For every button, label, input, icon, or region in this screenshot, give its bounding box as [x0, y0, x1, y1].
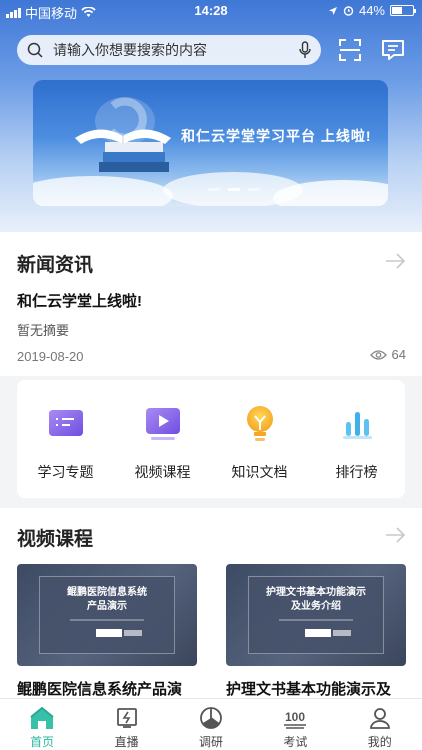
hero-header: 中国移动 14:28 44% 请输入你想要搜索的内容 和仁云学堂学习平台 上线啦…	[0, 0, 422, 232]
company-logo-icon	[96, 629, 122, 637]
eye-icon	[369, 349, 387, 360]
quick-menu: 学习专题 视频课程 知识文档 排行榜	[17, 380, 405, 498]
tab-label: 调研	[198, 735, 223, 749]
topic-icon	[44, 402, 88, 446]
profile-icon	[367, 705, 393, 730]
message-icon[interactable]	[380, 37, 406, 63]
survey-pie-icon	[198, 705, 224, 730]
news-views: 64	[369, 347, 406, 362]
news-section: 新闻资讯 和仁云学堂上线啦! 暂无摘要 2019-08-20 64	[0, 232, 422, 376]
tab-survey[interactable]: 调研	[169, 699, 253, 750]
arrow-right-icon[interactable]	[384, 524, 406, 546]
battery-percent: 44%	[358, 3, 385, 18]
tab-label: 考试	[283, 735, 308, 749]
quick-label: 视频课程	[134, 464, 191, 480]
video-section-title: 视频课程	[17, 529, 94, 550]
battery-icon	[390, 5, 416, 16]
video-card[interactable]: 鲲鹏医院信息系统 产品演示 鲲鹏医院信息系统产品演	[17, 564, 197, 699]
home-icon	[29, 705, 55, 730]
video-thumbnail[interactable]: 护理文书基本功能演示 及业务介绍	[226, 564, 406, 666]
tab-live[interactable]: 直播	[85, 699, 169, 750]
company-logo-text	[124, 630, 142, 636]
quick-item-videos[interactable]: 视频课程	[117, 402, 209, 482]
lightbulb-icon	[238, 402, 282, 446]
quick-item-ranking[interactable]: 排行榜	[311, 402, 403, 482]
video-section: 视频课程 鲲鹏医院信息系统 产品演示 鲲鹏医院信息系统产品演 护理文书基本功能演…	[0, 508, 422, 698]
video-play-icon	[141, 402, 185, 446]
search-icon	[27, 42, 43, 58]
thumbnail-rule	[70, 619, 144, 621]
video-thumbnail[interactable]: 鲲鹏医院信息系统 产品演示	[17, 564, 197, 666]
banner-carousel[interactable]: 和仁云学堂学习平台 上线啦!	[33, 80, 388, 206]
search-bar[interactable]: 请输入你想要搜索的内容	[17, 35, 321, 65]
location-arrow-icon	[328, 6, 337, 15]
tab-exam[interactable]: 100 考试	[253, 699, 337, 750]
microphone-icon[interactable]	[299, 41, 311, 59]
thumbnail-panel: 鲲鹏医院信息系统 产品演示	[39, 576, 175, 654]
alarm-icon	[343, 6, 354, 16]
company-logo-text	[333, 630, 351, 636]
quick-label: 学习专题	[37, 464, 94, 480]
video-card[interactable]: 护理文书基本功能演示 及业务介绍 护理文书基本功能演示及	[226, 564, 406, 699]
tab-label: 首页	[30, 735, 55, 749]
tab-home[interactable]: 首页	[0, 699, 84, 750]
ranking-bars-icon	[335, 402, 379, 446]
search-input[interactable]: 请输入你想要搜索的内容	[53, 40, 299, 60]
arrow-right-icon[interactable]	[384, 250, 406, 272]
status-bar: 中国移动 14:28 44%	[0, 0, 422, 22]
svg-text:100: 100	[285, 710, 305, 724]
carousel-dot[interactable]	[248, 188, 260, 191]
scan-icon[interactable]	[337, 37, 363, 63]
thumbnail-title: 鲲鹏医院信息系统 产品演示	[67, 587, 147, 612]
view-count: 64	[391, 347, 406, 362]
exam-100-icon: 100	[282, 705, 308, 730]
carousel-dot-active[interactable]	[228, 188, 240, 191]
tab-label: 直播	[114, 735, 139, 749]
thumbnail-panel: 护理文书基本功能演示 及业务介绍	[248, 576, 384, 654]
bottom-tab-bar: 首页 直播 调研 100 考试 我的	[0, 698, 422, 750]
quick-label: 排行榜	[335, 464, 378, 480]
carousel-indicator	[208, 188, 260, 191]
thumbnail-rule	[279, 619, 353, 621]
banner-title: 和仁云学堂学习平台 上线啦!	[181, 128, 372, 144]
live-icon	[114, 705, 140, 730]
video-title[interactable]: 鲲鹏医院信息系统产品演	[17, 678, 197, 699]
quick-label: 知识文档	[231, 464, 288, 480]
video-title[interactable]: 护理文书基本功能演示及	[226, 678, 406, 699]
news-headline[interactable]: 和仁云学堂上线啦!	[17, 290, 142, 311]
carousel-dot[interactable]	[208, 188, 220, 191]
tab-label: 我的	[367, 735, 392, 749]
banner-clouds	[33, 172, 388, 206]
news-summary: 暂无摘要	[17, 323, 70, 338]
news-section-title: 新闻资讯	[17, 255, 94, 276]
quick-item-docs[interactable]: 知识文档	[214, 402, 306, 482]
quick-item-topics[interactable]: 学习专题	[20, 402, 112, 482]
news-date: 2019-08-20	[17, 349, 84, 364]
tab-profile[interactable]: 我的	[338, 699, 422, 750]
thumbnail-title: 护理文书基本功能演示 及业务介绍	[266, 587, 366, 612]
company-logo-icon	[305, 629, 331, 637]
